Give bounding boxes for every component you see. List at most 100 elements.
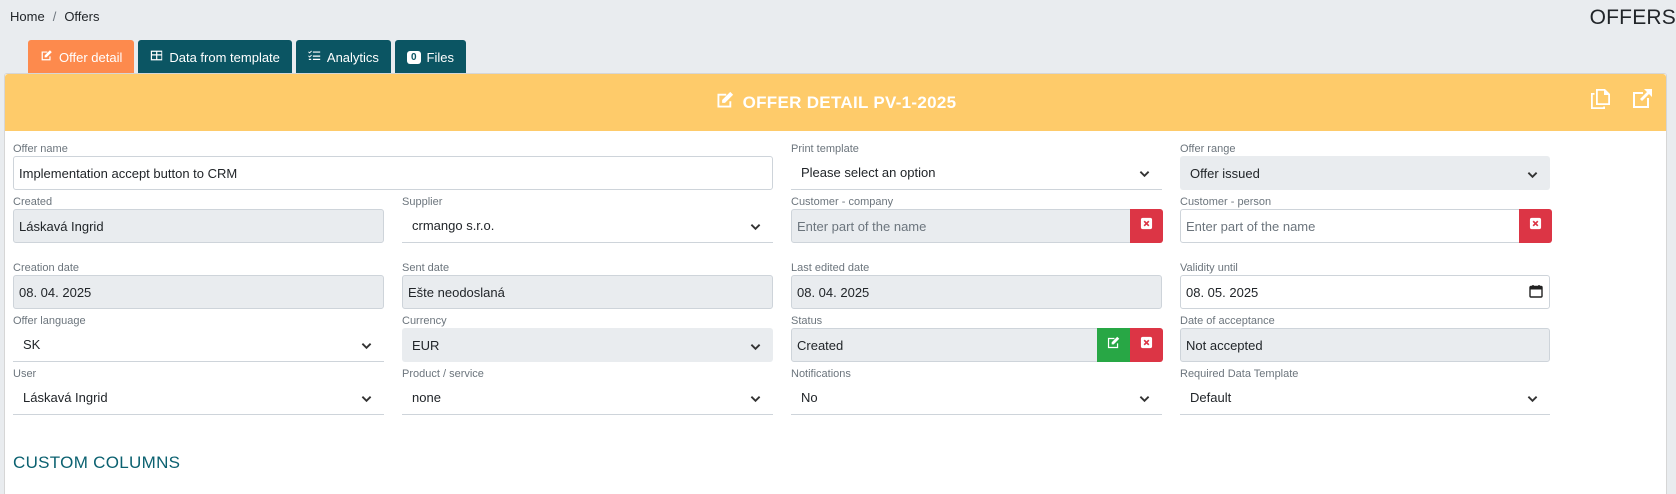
tab-offer-detail[interactable]: Offer detail bbox=[28, 40, 135, 74]
customer-person-label: Customer - person bbox=[1180, 196, 1272, 208]
tab-data-from-template-label: Data from template bbox=[169, 49, 280, 65]
breadcrumb: Home / Offers bbox=[10, 9, 99, 24]
offer-range-value: Offer issued bbox=[1190, 165, 1260, 181]
offer-name-value: Implementation accept button to CRM bbox=[19, 165, 238, 181]
calendar-icon[interactable] bbox=[1529, 284, 1543, 301]
print-template-label: Print template bbox=[791, 143, 859, 155]
status-field: Created bbox=[791, 328, 1099, 362]
offer-language-label: Offer language bbox=[13, 315, 86, 327]
tab-files[interactable]: 0 Files bbox=[394, 40, 466, 74]
date-of-acceptance-field: Not accepted bbox=[1180, 328, 1550, 362]
offer-range-select[interactable]: Offer issued bbox=[1180, 156, 1550, 190]
offer-name-input[interactable]: Implementation accept button to CRM bbox=[13, 156, 773, 190]
breadcrumb-current: Offers bbox=[64, 9, 100, 24]
creation-date-field: 08. 04. 2025 bbox=[13, 275, 384, 309]
chevron-down-icon bbox=[1527, 168, 1538, 179]
notifications-select[interactable]: No bbox=[791, 381, 1162, 415]
user-label: User bbox=[13, 368, 37, 380]
date-of-acceptance-label: Date of acceptance bbox=[1180, 315, 1275, 327]
table-icon bbox=[150, 49, 163, 65]
close-square-icon bbox=[1140, 336, 1153, 354]
currency-label: Currency bbox=[402, 315, 447, 327]
external-link-icon[interactable] bbox=[1630, 87, 1654, 111]
chevron-down-icon bbox=[750, 220, 761, 231]
status-label: Status bbox=[791, 315, 823, 327]
edit-status-button[interactable] bbox=[1097, 328, 1130, 362]
tab-offer-detail-label: Offer detail bbox=[59, 49, 123, 65]
chevron-down-icon bbox=[750, 392, 761, 403]
supplier-select[interactable]: crmango s.r.o. bbox=[402, 209, 773, 243]
card-title-text: OFFER DETAIL PV-1-2025 bbox=[742, 92, 957, 112]
clear-customer-company-button[interactable] bbox=[1130, 209, 1163, 243]
currency-value: EUR bbox=[412, 337, 440, 353]
sent-date-field: Ešte neodoslaná bbox=[402, 275, 773, 309]
supplier-value: crmango s.r.o. bbox=[412, 218, 495, 233]
notifications-value: No bbox=[801, 390, 818, 405]
offer-range-label: Offer range bbox=[1180, 143, 1236, 155]
tab-data-from-template[interactable]: Data from template bbox=[138, 40, 292, 74]
breadcrumb-separator: / bbox=[52, 9, 57, 24]
tab-analytics[interactable]: Analytics bbox=[295, 40, 391, 74]
edit-icon bbox=[40, 49, 53, 65]
files-count-badge: 0 bbox=[406, 50, 421, 64]
tab-analytics-label: Analytics bbox=[326, 49, 379, 65]
validity-until-value: 08. 05. 2025 bbox=[1186, 284, 1259, 300]
sent-date-label: Sent date bbox=[402, 262, 450, 274]
sent-date-value: Ešte neodoslaná bbox=[408, 284, 505, 300]
supplier-label: Supplier bbox=[402, 196, 443, 208]
chevron-down-icon bbox=[1139, 167, 1150, 178]
creation-date-label: Creation date bbox=[13, 262, 80, 274]
custom-columns-heading: CUSTOM COLUMNS bbox=[13, 453, 181, 472]
tab-bar: Offer detail Data from template Analytic… bbox=[28, 40, 466, 74]
product-service-select[interactable]: none bbox=[402, 381, 773, 415]
tab-files-label: Files bbox=[426, 49, 454, 65]
customer-person-placeholder: Enter part of the name bbox=[1186, 218, 1316, 234]
created-value: Láskavá Ingrid bbox=[19, 218, 104, 234]
list-check-icon bbox=[308, 49, 321, 65]
customer-company-label: Customer - company bbox=[791, 196, 894, 208]
customer-company-placeholder: Enter part of the name bbox=[797, 218, 927, 234]
card-header: OFFER DETAIL PV-1-2025 bbox=[5, 74, 1666, 131]
currency-select[interactable]: EUR bbox=[402, 328, 773, 362]
copy-icon[interactable] bbox=[1588, 87, 1612, 111]
last-edited-date-field: 08. 04. 2025 bbox=[791, 275, 1162, 309]
product-service-value: none bbox=[412, 390, 441, 405]
status-value: Created bbox=[797, 337, 844, 353]
print-template-value: Please select an option bbox=[801, 165, 936, 180]
required-data-template-select[interactable]: Default bbox=[1180, 381, 1550, 415]
created-field: Láskavá Ingrid bbox=[13, 209, 384, 243]
offer-language-select[interactable]: SK bbox=[13, 328, 384, 362]
notifications-label: Notifications bbox=[791, 368, 851, 380]
required-data-template-value: Default bbox=[1190, 390, 1232, 405]
chevron-down-icon bbox=[361, 392, 372, 403]
product-service-label: Product / service bbox=[402, 368, 484, 380]
edit-icon bbox=[715, 90, 735, 115]
edit-icon bbox=[1107, 336, 1120, 354]
user-select[interactable]: Láskavá Ingrid bbox=[13, 381, 384, 415]
customer-person-input[interactable]: Enter part of the name bbox=[1180, 209, 1520, 243]
chevron-down-icon bbox=[1139, 392, 1150, 403]
breadcrumb-home[interactable]: Home bbox=[10, 9, 45, 24]
close-square-icon bbox=[1140, 217, 1153, 235]
print-template-select[interactable]: Please select an option bbox=[791, 156, 1162, 190]
clear-status-button[interactable] bbox=[1130, 328, 1163, 362]
offer-name-label: Offer name bbox=[13, 143, 68, 155]
chevron-down-icon bbox=[1527, 392, 1538, 403]
last-edited-date-value: 08. 04. 2025 bbox=[797, 284, 870, 300]
required-data-template-label: Required Data Template bbox=[1180, 368, 1299, 380]
creation-date-value: 08. 04. 2025 bbox=[19, 284, 92, 300]
card-title: OFFER DETAIL PV-1-2025 bbox=[715, 90, 957, 115]
created-label: Created bbox=[13, 196, 53, 208]
chevron-down-icon bbox=[750, 340, 761, 351]
customer-company-input[interactable]: Enter part of the name bbox=[791, 209, 1131, 243]
close-square-icon bbox=[1529, 217, 1542, 235]
validity-until-date-input[interactable]: 08. 05. 2025 bbox=[1180, 275, 1550, 309]
page-title: OFFERS bbox=[1589, 6, 1676, 29]
date-of-acceptance-value: Not accepted bbox=[1186, 337, 1263, 353]
clear-customer-person-button[interactable] bbox=[1519, 209, 1552, 243]
user-value: Láskavá Ingrid bbox=[23, 390, 108, 405]
card-header-actions bbox=[1588, 87, 1654, 111]
offer-language-value: SK bbox=[23, 337, 41, 352]
chevron-down-icon bbox=[361, 339, 372, 350]
validity-until-label: Validity until bbox=[1180, 262, 1238, 274]
